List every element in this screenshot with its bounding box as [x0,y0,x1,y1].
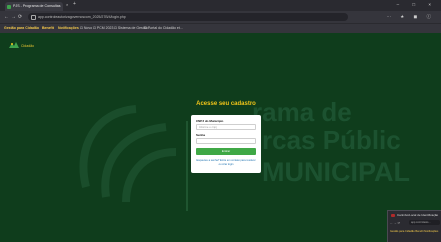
bookmark-item[interactable]: ⊡ Novo [80,24,92,33]
back-button[interactable]: ← [4,14,9,20]
background-text-line2: rcas Públic [262,125,401,155]
reload-button[interactable]: ⟳ [18,14,22,20]
background-text-line3: MUNICIPAL [262,157,410,187]
bookmark-item[interactable]: Notificações [58,24,79,33]
help-link[interactable]: Esqueceu a senha? Entre em contato para … [196,159,256,166]
password-input[interactable] [196,138,256,144]
bookmark-item[interactable]: ⊡ PCM 2023 [93,24,113,33]
login-card: CNPJ do Município Informe o cnpj Senha E… [191,115,261,173]
address-bar[interactable]: app.controleautorizagovernoscom_2025/27B… [28,13,348,21]
cpf-input[interactable]: Informe o cnpj [196,124,256,130]
popup-favicon-icon [391,213,395,217]
address-url: app.controleautorizagovernoscom_2025/27B… [38,15,126,19]
window-controls[interactable]: – □ × [397,2,437,7]
cpf-label: CNPJ do Município [196,119,224,123]
brand-logo-text: Cidadão [21,44,35,48]
bookmark-item[interactable]: ⊡ Portal do Cidadão et... [144,24,183,33]
password-label: Senha [196,133,206,137]
browser-toolbar: ← → ⟳ app.controleautorizagovernoscom_20… [0,11,441,23]
popup-nav-buttons[interactable]: ← → ⟳ [390,221,400,225]
browser-tab-bar: PJS - Programa de Consultas × + – □ × [0,0,441,11]
popup-title: Carimbo/Local de Identificação [397,213,439,217]
close-tab-icon[interactable]: × [66,2,68,7]
toolbar-icons[interactable]: ⋯ ★ ◼ ⓘ [386,14,435,20]
forward-button[interactable]: → [11,14,16,20]
browser-tab[interactable]: PJS - Programa de Consultas [5,2,63,11]
new-tab-button[interactable]: + [73,1,76,7]
popup-address-bar[interactable]: app.controlesis... [409,220,440,225]
tab-title: PJS - Programa de Consultas [13,4,61,8]
login-title: Acesse seu cadastro [196,101,256,107]
popup-bookmarks: Gestão para Cidadão Benefit Notificações [390,230,439,233]
brand-logo-icon [9,42,19,48]
background-text-line1: rama de [252,97,352,127]
background-divider [186,121,188,211]
login-page: Cidadão rama de rcas Públic MUNICIPAL Ac… [0,33,441,242]
popup-window[interactable]: Carimbo/Local de Identificação ← → ⟳ app… [387,210,441,242]
bookmark-item[interactable]: Gestão para Cidadão [4,24,39,33]
bookmarks-bar: Gestão para Cidadão Benefit Notificações ⊡ … [0,23,441,33]
login-button[interactable]: Entrar [196,148,256,155]
site-info-icon[interactable] [31,15,36,20]
background-emblem-icon [79,105,177,203]
bookmark-item[interactable]: Benefit [42,24,54,33]
favicon-icon [7,4,11,9]
